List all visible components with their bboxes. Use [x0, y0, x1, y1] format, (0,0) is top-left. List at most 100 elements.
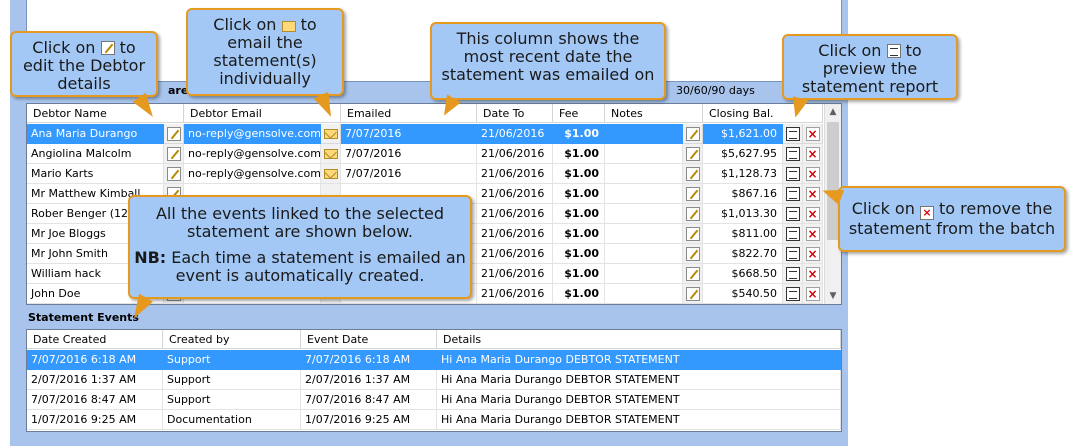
edit-notes-cell[interactable]	[683, 184, 703, 204]
delete-icon[interactable]: ×	[805, 146, 820, 161]
pencil-icon[interactable]	[685, 186, 700, 201]
edit-debtor-cell[interactable]	[164, 144, 184, 164]
debtor-cell-date-to: 21/06/2016	[477, 244, 553, 264]
callout-text: to remove the	[939, 199, 1053, 218]
event-col-header[interactable]: Date Created	[27, 330, 163, 349]
edit-debtor-cell[interactable]	[164, 164, 184, 184]
preview-cell[interactable]	[783, 284, 803, 304]
callout-nb-label: NB:	[134, 248, 167, 267]
pencil-icon[interactable]	[166, 166, 181, 181]
email-statement-cell[interactable]	[321, 124, 341, 144]
edit-notes-cell[interactable]	[683, 144, 703, 164]
callout-emailed-column: This column shows the most recent date t…	[430, 22, 666, 100]
envelope-icon[interactable]	[323, 128, 338, 139]
edit-notes-cell[interactable]	[683, 244, 703, 264]
email-statement-cell[interactable]	[321, 144, 341, 164]
callout-events: All the events linked to the selected st…	[128, 195, 472, 299]
remove-cell[interactable]: ×	[803, 284, 823, 304]
debtor-cell-email: no-reply@gensolve.com	[184, 124, 321, 144]
event-row[interactable]: 7/07/2016 8:47 AM Support 7/07/2016 8:47 A…	[27, 390, 841, 410]
preview-icon[interactable]	[785, 286, 800, 301]
delete-icon[interactable]: ×	[805, 246, 820, 261]
debtor-cell-fee: $1.00	[553, 284, 605, 304]
pencil-icon[interactable]	[166, 146, 181, 161]
preview-icon[interactable]	[785, 166, 800, 181]
callout-text: to	[300, 15, 317, 34]
remove-cell[interactable]: ×	[803, 224, 823, 244]
preview-cell[interactable]	[783, 124, 803, 144]
debtor-col-header[interactable]: Notes	[605, 104, 703, 123]
edit-notes-cell[interactable]	[683, 264, 703, 284]
preview-icon[interactable]	[785, 246, 800, 261]
preview-cell[interactable]	[783, 264, 803, 284]
pencil-icon[interactable]	[685, 286, 700, 301]
pencil-icon[interactable]	[685, 206, 700, 221]
pencil-icon[interactable]	[685, 266, 700, 281]
callout-text: edit the Debtor details	[22, 56, 146, 93]
preview-cell[interactable]	[783, 164, 803, 184]
delete-icon[interactable]: ×	[805, 186, 820, 201]
debtor-col-header[interactable]: Fee	[553, 104, 605, 123]
pencil-icon[interactable]	[166, 126, 181, 141]
events-grid: Date Created Created by Event Date Details …	[26, 329, 842, 432]
remove-cell[interactable]: ×	[803, 244, 823, 264]
delete-icon[interactable]: ×	[805, 126, 820, 141]
edit-notes-cell[interactable]	[683, 224, 703, 244]
event-row[interactable]: 1/07/2016 9:25 AM Documentation 1/07/2016 …	[27, 410, 841, 430]
edit-notes-cell[interactable]	[683, 124, 703, 144]
event-col-header[interactable]: Event Date	[301, 330, 437, 349]
event-col-header[interactable]: Details	[437, 330, 841, 349]
remove-cell[interactable]: ×	[803, 164, 823, 184]
edit-debtor-cell[interactable]	[164, 124, 184, 144]
event-cell-details: Hi Ana Maria Durango DEBTOR STATEMENT	[437, 410, 841, 430]
callout-text: statement from the batch	[848, 219, 1056, 238]
event-cell-created-by: Support	[163, 390, 301, 410]
preview-cell[interactable]	[783, 144, 803, 164]
debtor-cell-closing: $668.50	[703, 264, 783, 284]
preview-cell[interactable]	[783, 204, 803, 224]
preview-icon[interactable]	[785, 206, 800, 221]
remove-cell[interactable]: ×	[803, 144, 823, 164]
remove-cell[interactable]: ×	[803, 204, 823, 224]
event-row[interactable]: 7/07/2016 6:18 AM Support 7/07/2016 6:18 A…	[27, 350, 841, 370]
pencil-icon[interactable]	[685, 246, 700, 261]
callout-text: Click on	[818, 41, 882, 60]
pencil-icon[interactable]	[685, 166, 700, 181]
debtor-cell-name: Ana Maria Durango	[27, 124, 164, 144]
remove-cell[interactable]: ×	[803, 124, 823, 144]
delete-icon[interactable]: ×	[805, 266, 820, 281]
delete-icon[interactable]: ×	[805, 226, 820, 241]
edit-notes-cell[interactable]	[683, 284, 703, 304]
debtor-row[interactable]: Ana Maria Durango no-reply@gensolve.com 7/…	[27, 124, 823, 144]
envelope-icon[interactable]	[323, 148, 338, 159]
edit-notes-cell[interactable]	[683, 164, 703, 184]
event-row[interactable]: 2/07/2016 1:37 AM Support 2/07/2016 1:37 A…	[27, 370, 841, 390]
envelope-icon[interactable]	[323, 168, 338, 179]
debtor-col-header[interactable]: Date To	[477, 104, 553, 123]
preview-icon[interactable]	[785, 146, 800, 161]
preview-icon[interactable]	[785, 266, 800, 281]
preview-cell[interactable]	[783, 224, 803, 244]
email-statement-cell[interactable]	[321, 164, 341, 184]
preview-icon[interactable]	[785, 226, 800, 241]
delete-icon[interactable]: ×	[805, 166, 820, 181]
preview-cell[interactable]	[783, 244, 803, 264]
delete-icon[interactable]: ×	[805, 286, 820, 301]
edit-notes-cell[interactable]	[683, 204, 703, 224]
preview-icon[interactable]	[785, 186, 800, 201]
pencil-icon[interactable]	[685, 226, 700, 241]
debtor-row[interactable]: Mario Karts no-reply@gensolve.com 7/07/201…	[27, 164, 823, 184]
delete-icon[interactable]: ×	[805, 206, 820, 221]
debtor-row[interactable]: Angiolina Malcolm no-reply@gensolve.com 7/…	[27, 144, 823, 164]
debtor-cell-date-to: 21/06/2016	[477, 184, 553, 204]
pencil-icon[interactable]	[685, 146, 700, 161]
scroll-up-arrow[interactable]: ▲	[825, 104, 841, 120]
delete-icon: ×	[919, 206, 934, 220]
remove-cell[interactable]: ×	[803, 264, 823, 284]
preview-cell[interactable]	[783, 184, 803, 204]
scroll-down-arrow[interactable]: ▼	[825, 288, 841, 304]
event-col-header[interactable]: Created by	[163, 330, 301, 349]
debtor-col-header[interactable]: Debtor Name	[27, 104, 184, 123]
preview-icon[interactable]	[785, 126, 800, 141]
pencil-icon[interactable]	[685, 126, 700, 141]
